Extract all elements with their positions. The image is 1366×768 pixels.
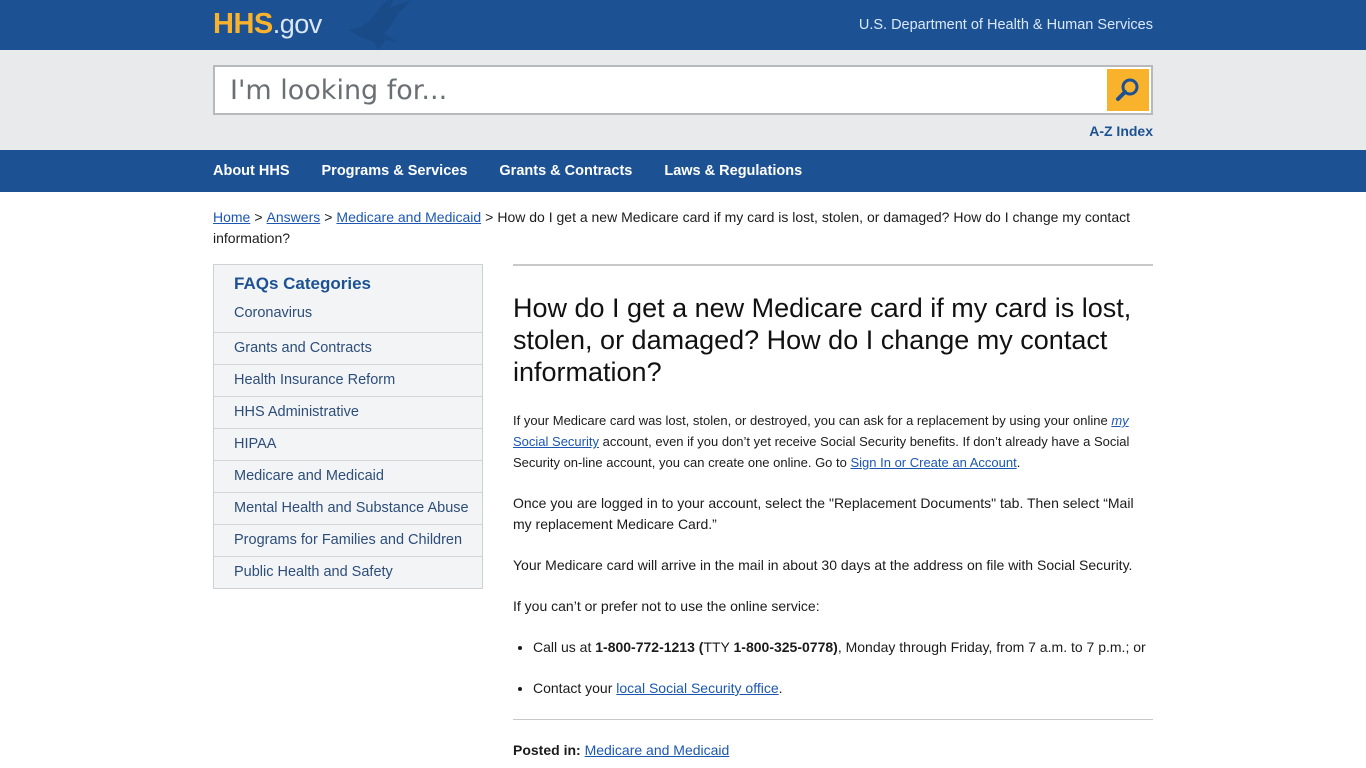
posted-in-category-link[interactable]: Medicare and Medicaid — [585, 742, 730, 758]
phone-number: 1-800-772-1213 ( — [595, 639, 704, 655]
article: How do I get a new Medicare card if my c… — [513, 264, 1153, 758]
paragraph-logged-in: Once you are logged in to your account, … — [513, 495, 1134, 532]
link-text: Social Security — [513, 434, 599, 449]
nav-grants-contracts[interactable]: Grants & Contracts — [499, 163, 632, 179]
alternatives-list: Call us at 1-800-772-1213 (TTY 1-800-325… — [513, 637, 1153, 699]
hhs-logo[interactable]: HHS.gov — [213, 8, 322, 40]
breadcrumb-separator: > — [254, 209, 263, 225]
nav-programs-services[interactable]: Programs & Services — [322, 163, 468, 179]
text: TTY — [703, 639, 734, 655]
list-item-contact: Contact your local Social Security offic… — [533, 678, 1153, 699]
breadcrumb-answers[interactable]: Answers — [267, 209, 321, 225]
posted-in-label: Posted in: — [513, 742, 581, 758]
sidebar-title: FAQs Categories — [234, 274, 371, 293]
search-band: A-Z Index — [0, 50, 1366, 150]
breadcrumb-separator: > — [324, 209, 333, 225]
sidebar-item-mental-health[interactable]: Mental Health and Substance Abuse — [214, 492, 482, 524]
search-input[interactable] — [215, 67, 1105, 113]
text: . — [778, 680, 783, 696]
sidebar-item-families-children[interactable]: Programs for Families and Children — [214, 524, 482, 556]
sidebar-item-medicare-medicaid[interactable]: Medicare and Medicaid — [214, 460, 482, 492]
eagle-icon — [348, 0, 410, 50]
sidebar-item-hhs-administrative[interactable]: HHS Administrative — [214, 396, 482, 428]
nav-about-hhs[interactable]: About HHS — [213, 163, 290, 179]
text: account, even if you don’t yet receive S… — [513, 434, 1130, 470]
sidebar-item-grants-contracts[interactable]: Grants and Contracts — [214, 332, 482, 364]
sidebar-item-coronavirus[interactable]: Coronavirus — [214, 303, 482, 332]
logo-gov: .gov — [272, 9, 323, 39]
breadcrumb-category[interactable]: Medicare and Medicaid — [336, 209, 481, 225]
text: , Monday through Friday, from 7 a.m. to … — [837, 639, 1146, 655]
sidebar-item-public-health[interactable]: Public Health and Safety — [214, 556, 482, 588]
logo-hhs: HHS — [213, 8, 273, 40]
divider — [513, 264, 1153, 266]
divider — [513, 719, 1153, 720]
sign-in-create-account-link[interactable]: Sign In or Create an Account — [850, 455, 1016, 470]
search-button[interactable] — [1107, 69, 1149, 111]
text: . — [1016, 455, 1021, 470]
breadcrumb-home[interactable]: Home — [213, 209, 250, 225]
link-text-my: my — [1111, 413, 1129, 428]
tty-number: 1-800-325-0778) — [733, 639, 838, 655]
site-header: HHS.gov U.S. Department of Health & Huma… — [0, 0, 1366, 50]
main-nav: About HHS Programs & Services Grants & C… — [0, 150, 1366, 192]
article-body: If your Medicare card was lost, stolen, … — [513, 410, 1153, 699]
article-title: How do I get a new Medicare card if my c… — [513, 293, 1132, 387]
text: Call us at — [533, 639, 596, 655]
paragraph-replacement: If your Medicare card was lost, stolen, … — [513, 410, 1153, 473]
breadcrumb: Home > Answers > Medicare and Medicaid > How d… — [213, 207, 1153, 249]
paragraph-alternatives: If you can’t or prefer not to use the on… — [513, 598, 820, 614]
paragraph-arrival: Your Medicare card will arrive in the ma… — [513, 557, 1133, 573]
breadcrumb-separator: > — [485, 209, 494, 225]
text: Contact your — [533, 680, 617, 696]
department-name: U.S. Department of Health & Human Servic… — [858, 17, 1153, 33]
search-icon — [1116, 78, 1139, 101]
list-item-call: Call us at 1-800-772-1213 (TTY 1-800-325… — [533, 637, 1153, 658]
text: If your Medicare card was lost, stolen, … — [513, 413, 1112, 428]
local-office-link[interactable]: local Social Security office — [616, 680, 778, 696]
nav-laws-regulations[interactable]: Laws & Regulations — [664, 163, 802, 179]
faq-categories-sidebar: FAQs Categories Coronavirus Grants and C… — [213, 264, 483, 589]
search-box — [213, 65, 1153, 115]
sidebar-item-health-insurance-reform[interactable]: Health Insurance Reform — [214, 364, 482, 396]
sidebar-item-hipaa[interactable]: HIPAA — [214, 428, 482, 460]
az-index-link[interactable]: A-Z Index — [1089, 123, 1153, 139]
posted-in: Posted in: Medicare and Medicaid — [513, 742, 1153, 758]
